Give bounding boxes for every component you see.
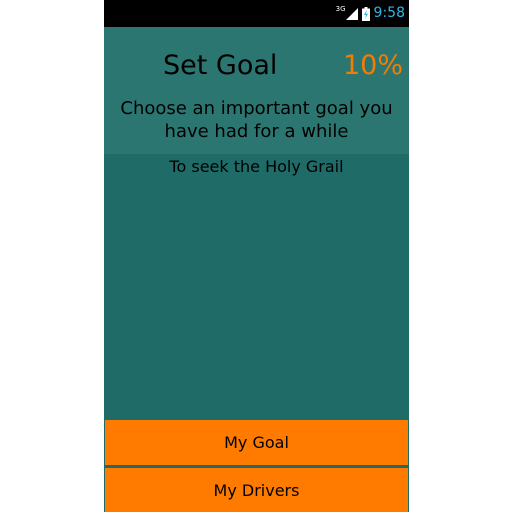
signal-icon [345, 7, 358, 20]
app-screen: 3G 9:58 Set Goal 10% Choose an important… [104, 0, 409, 512]
clock: 9:58 [373, 5, 405, 21]
instructions-text: Choose an important goal you have had fo… [120, 98, 393, 142]
page-title: Set Goal [163, 50, 278, 81]
status-bar: 3G 9:58 [104, 0, 409, 27]
my-goal-button-label: My Goal [224, 433, 289, 452]
header-panel: Set Goal 10% Choose an important goal yo… [104, 27, 409, 154]
my-drivers-button-label: My Drivers [213, 480, 300, 500]
progress-percentage: 10% [342, 50, 403, 81]
goal-text[interactable]: To seek the Holy Grail [104, 156, 409, 178]
status-icons: 3G 9:58 [336, 0, 405, 27]
network-type-label: 3G [335, 5, 346, 13]
my-goal-button[interactable]: My Goal [105, 420, 408, 465]
battery-charging-icon [361, 6, 370, 21]
my-drivers-button[interactable]: My Drivers [105, 468, 408, 512]
